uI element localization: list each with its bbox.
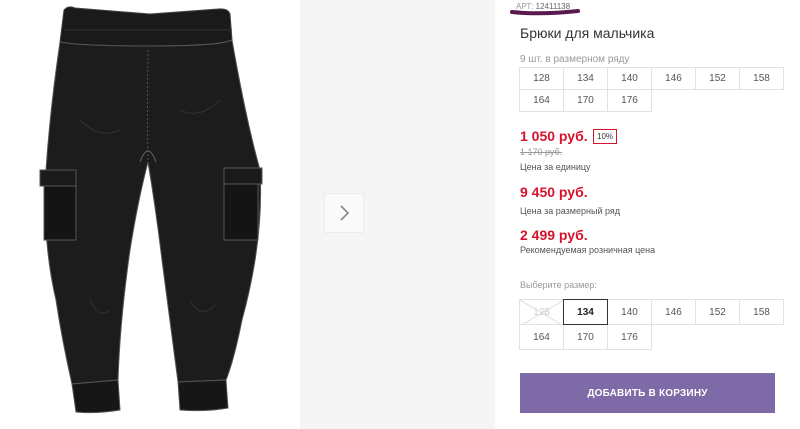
retail-price-label: Рекомендуемая розничная цена [520,245,656,255]
product-image[interactable] [20,0,280,429]
discount-badge: 10% [593,129,618,144]
size-option[interactable]: 164 [519,324,564,350]
size-row-label: 9 шт. в размерном ряду [520,54,630,65]
size-row-cell: 170 [563,89,608,112]
size-row-cell: 146 [651,67,696,90]
size-option[interactable]: 176 [607,324,652,350]
article-label: АРТ: [516,2,534,11]
size-selector: 128 134 140 146 152 158 164 170 176 [519,299,784,350]
size-row-cell: 176 [607,89,652,112]
size-option[interactable]: 152 [695,299,740,325]
size-option[interactable]: 140 [607,299,652,325]
size-option[interactable]: 158 [739,299,784,325]
row-price: 9 450 руб. [520,184,588,200]
size-option-selected[interactable]: 134 [563,299,608,325]
gallery-next-button[interactable] [324,193,364,233]
product-image-area [0,0,300,429]
size-row-cell: 140 [607,67,652,90]
chevron-right-icon [340,205,350,221]
article-number: АРТ: 12411138 [512,0,574,13]
unit-price-label: Цена за единицу [520,162,591,172]
size-row-cell: 158 [739,67,784,90]
size-row-cell: 152 [695,67,740,90]
crossed-out-icon [520,300,563,324]
size-option[interactable]: 170 [563,324,608,350]
article-value: 12411138 [535,2,571,11]
size-row-cell: 134 [563,67,608,90]
size-option-unavailable: 128 [519,299,564,325]
size-row-cell: 128 [519,67,564,90]
product-title: Брюки для мальчика [520,25,655,41]
size-row-grid: 128 134 140 146 152 158 164 170 176 [519,67,784,112]
unit-price: 1 050 руб. [520,128,588,144]
size-option[interactable]: 146 [651,299,696,325]
retail-price: 2 499 руб. [520,227,588,243]
row-price-label: Цена за размерный ряд [520,206,621,216]
size-row-cell: 164 [519,89,564,112]
add-to-cart-button[interactable]: ДОБАВИТЬ В КОРЗИНУ [520,373,775,413]
old-price: 1 170 руб. [520,147,563,157]
choose-size-label: Выберите размер: [520,280,597,290]
